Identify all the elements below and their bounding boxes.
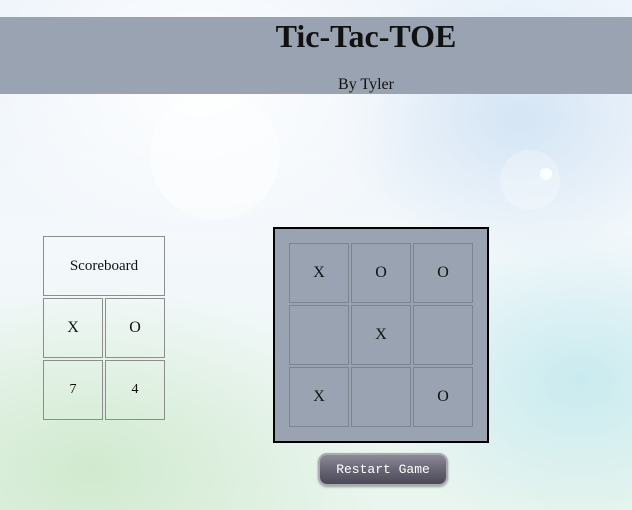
board-cell-1[interactable]: X: [289, 243, 349, 303]
board-cell-3[interactable]: O: [413, 243, 473, 303]
board-cell-9[interactable]: O: [413, 367, 473, 427]
background-glow: [500, 150, 560, 210]
board-cell-8[interactable]: [351, 367, 411, 427]
scoreboard: Scoreboard X O 7 4: [43, 236, 165, 420]
scoreboard-player-o-label: O: [105, 298, 165, 358]
page-header: Tic-Tac-TOE By Tyler: [0, 17, 632, 94]
scoreboard-title: Scoreboard: [43, 236, 165, 296]
background-glow: [150, 90, 280, 220]
background-glow: [540, 168, 552, 180]
game-board: X O O X X O: [273, 227, 489, 443]
board-cell-5[interactable]: X: [351, 305, 411, 365]
page-subtitle: By Tyler: [338, 76, 394, 93]
restart-game-button[interactable]: Restart Game: [318, 453, 448, 486]
board-cell-6[interactable]: [413, 305, 473, 365]
scoreboard-player-x-score: 7: [43, 360, 103, 420]
scoreboard-player-o-score: 4: [105, 360, 165, 420]
page-title: Tic-Tac-TOE: [275, 18, 457, 54]
board-cell-4[interactable]: [289, 305, 349, 365]
scoreboard-score-row: 7 4: [43, 360, 165, 420]
board-cell-2[interactable]: O: [351, 243, 411, 303]
scoreboard-player-x-label: X: [43, 298, 103, 358]
scoreboard-symbol-row: X O: [43, 298, 165, 358]
board-cell-7[interactable]: X: [289, 367, 349, 427]
